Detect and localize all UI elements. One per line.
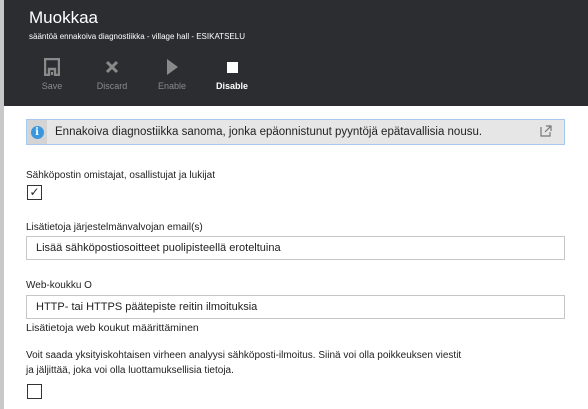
email-owners-checkbox[interactable]: ✓: [27, 185, 42, 200]
admin-email-label: Lisätietoja järjestelmänvalvojan email(s…: [26, 222, 203, 233]
info-text: Ennakoiva diagnostiikka sanoma, jonka ep…: [55, 126, 483, 138]
detail-description: Voit saada yksityiskohtaisen virheen ana…: [26, 348, 566, 378]
admin-email-placeholder: Lisää sähköpostiosoitteet puolipisteellä…: [36, 242, 281, 254]
close-icon: [82, 56, 142, 78]
discard-button[interactable]: Discard: [82, 56, 142, 91]
info-banner[interactable]: i Ennakoiva diagnostiikka sanoma, jonka …: [26, 119, 565, 145]
detail-text-line-1: Voit saada yksityiskohtaisen virheen ana…: [26, 350, 462, 361]
info-icon-box: i: [27, 120, 47, 144]
admin-email-input[interactable]: Lisää sähköpostiosoitteet puolipisteellä…: [26, 236, 565, 260]
external-link-icon[interactable]: [540, 124, 554, 140]
page-subtitle: sääntöä ennakoiva diagnostiikka - villag…: [29, 32, 245, 41]
disable-button[interactable]: Disable: [202, 56, 262, 91]
webhook-placeholder: HTTP- tai HTTPS päätepiste reitin ilmoit…: [36, 301, 258, 313]
webhook-input[interactable]: HTTP- tai HTTPS päätepiste reitin ilmoit…: [26, 295, 565, 319]
play-icon: [142, 56, 202, 78]
page-title: Muokkaa: [29, 8, 98, 27]
save-icon: [22, 56, 82, 78]
webhook-learn-more-link[interactable]: Lisätietoja web koukut määrittäminen: [26, 322, 199, 334]
webhook-label: Web-koukku O: [26, 280, 92, 291]
save-button[interactable]: Save: [22, 56, 82, 91]
info-icon: i: [30, 125, 44, 139]
detail-text-line-2: ja jäljittää, joka voi olla luottamuksel…: [26, 365, 234, 376]
enable-button[interactable]: Enable: [142, 56, 202, 91]
blade-header: Muokkaa sääntöä ennakoiva diagnostiikka …: [4, 0, 588, 106]
stop-icon: [202, 56, 262, 78]
email-owners-label: Sähköpostin omistajat, osallistujat ja l…: [26, 170, 215, 181]
detail-analysis-checkbox[interactable]: [27, 384, 42, 399]
